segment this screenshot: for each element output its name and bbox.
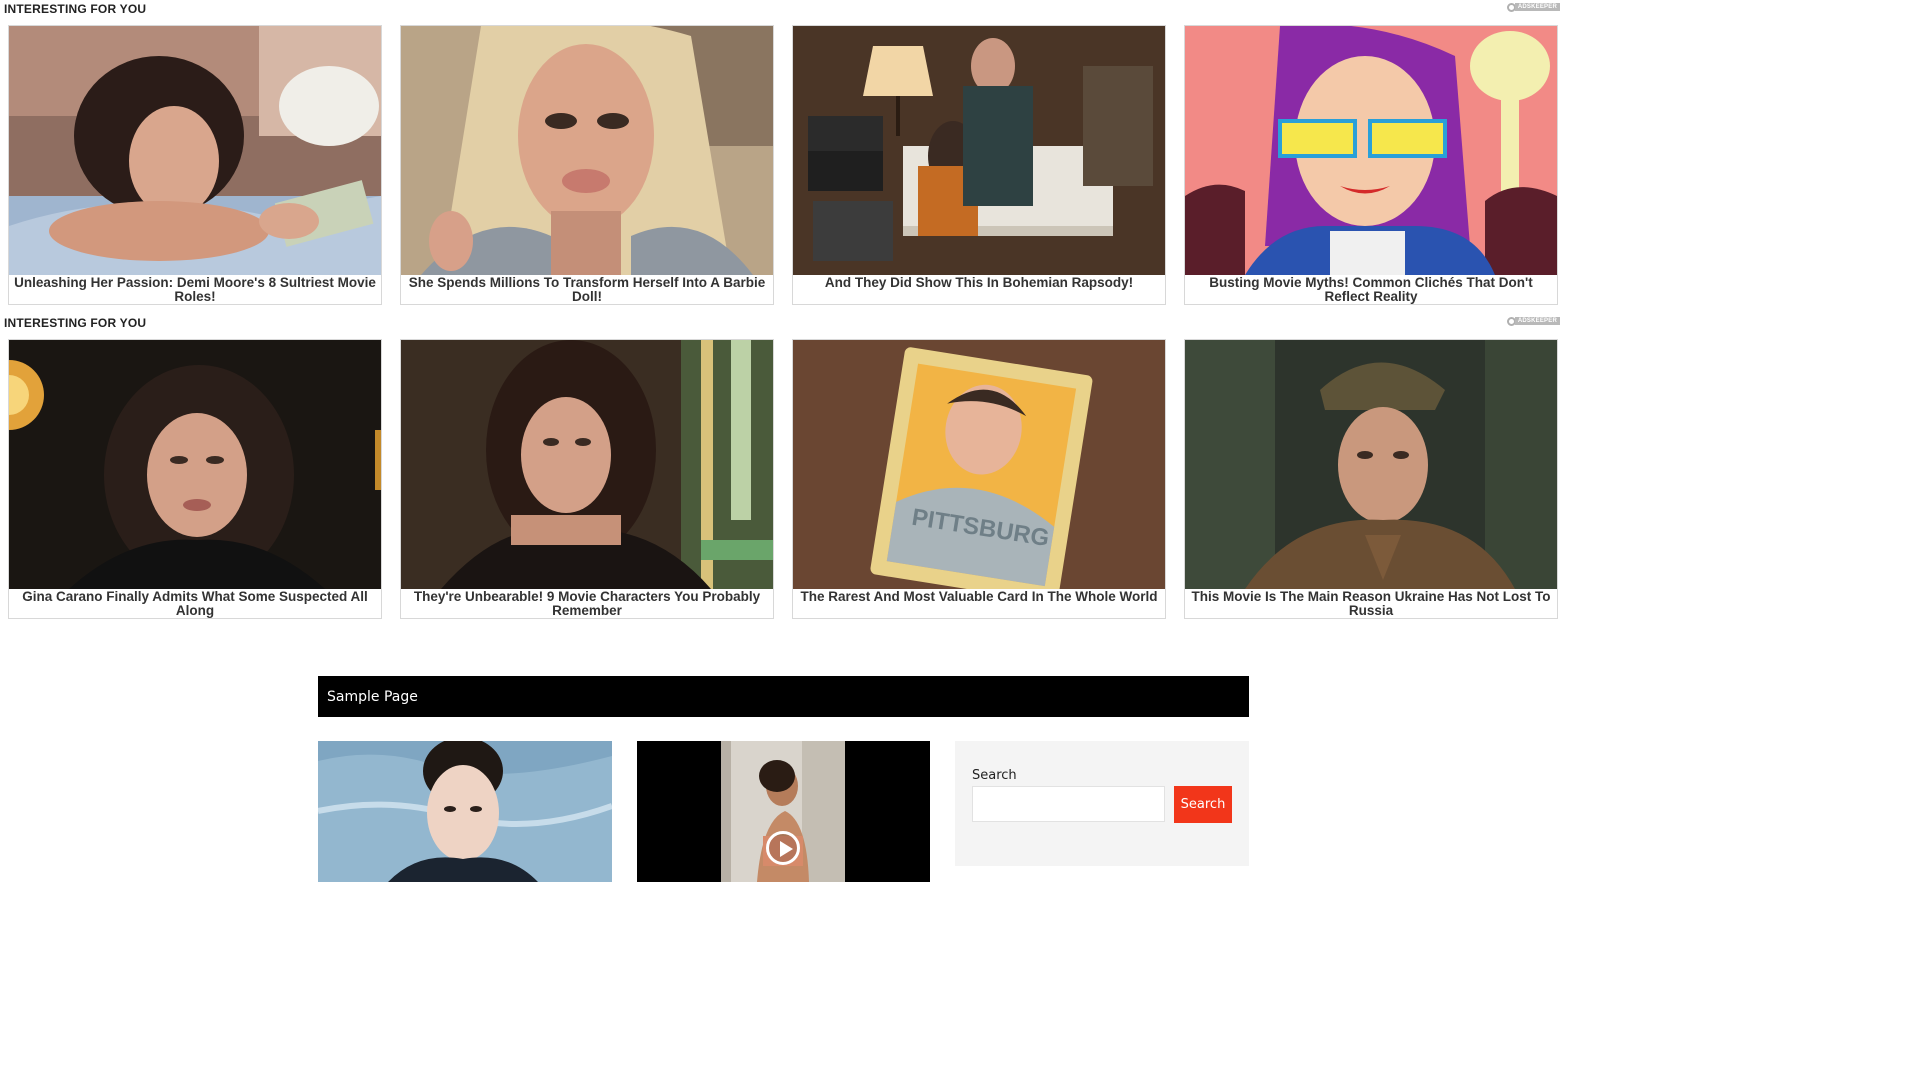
post-thumbnail[interactable] xyxy=(318,741,612,882)
ad-caption: Unleashing Her Passion: Demi Moore's 8 S… xyxy=(14,275,376,304)
ad-caption: Busting Movie Myths! Common Clichés That… xyxy=(1209,275,1533,304)
ad-caption: And They Did Show This In Bohemian Rapso… xyxy=(824,275,1134,290)
ad-image xyxy=(401,340,773,589)
ad-caption: The Rarest And Most Valuable Card In The… xyxy=(800,589,1158,604)
ad-card[interactable]: Gina Carano Finally Admits What Some Sus… xyxy=(8,339,382,619)
ad-image xyxy=(9,26,381,275)
adskeeper-label: ADSKEEPER xyxy=(1514,317,1560,325)
adskeeper-label: ADSKEEPER xyxy=(1514,3,1560,11)
search-widget: Search Search xyxy=(955,741,1249,866)
adskeeper-badge[interactable]: ADSKEEPER xyxy=(1506,315,1560,327)
main-navigation: Sample Page xyxy=(318,676,1249,717)
ad-image xyxy=(793,26,1165,275)
ad-card[interactable]: She Spends Millions To Transform Herself… xyxy=(400,25,774,305)
widget-title: INTERESTING FOR YOU xyxy=(4,316,147,330)
ad-image xyxy=(1185,340,1557,589)
search-button[interactable]: Search xyxy=(1174,786,1232,823)
ad-card[interactable]: And They Did Show This In Bohemian Rapso… xyxy=(792,25,1166,305)
ad-image xyxy=(9,340,381,589)
play-icon[interactable] xyxy=(766,831,800,865)
ad-caption: Gina Carano Finally Admits What Some Sus… xyxy=(22,589,368,618)
ad-caption: They're Unbearable! 9 Movie Characters Y… xyxy=(413,589,761,618)
nav-link-sample-page[interactable]: Sample Page xyxy=(327,689,418,705)
widget-header: INTERESTING FOR YOU ADSKEEPER xyxy=(4,1,1560,17)
adskeeper-badge[interactable]: ADSKEEPER xyxy=(1506,1,1560,13)
widget-title: INTERESTING FOR YOU xyxy=(4,2,147,16)
ad-card[interactable]: PITTSBURG The Rarest And Most Valuable C… xyxy=(792,339,1166,619)
ad-image xyxy=(1185,26,1557,275)
ad-caption: She Spends Millions To Transform Herself… xyxy=(408,275,766,304)
ad-caption: This Movie Is The Main Reason Ukraine Ha… xyxy=(1191,589,1551,618)
search-label: Search xyxy=(972,768,1017,783)
post-video-thumbnail[interactable] xyxy=(637,741,930,882)
ad-card[interactable]: Unleashing Her Passion: Demi Moore's 8 S… xyxy=(8,25,382,305)
ad-card[interactable]: Busting Movie Myths! Common Clichés That… xyxy=(1184,25,1558,305)
widget-header: INTERESTING FOR YOU ADSKEEPER xyxy=(4,315,1560,331)
ad-card[interactable]: They're Unbearable! 9 Movie Characters Y… xyxy=(400,339,774,619)
search-input[interactable] xyxy=(972,786,1165,822)
ad-image: PITTSBURG xyxy=(793,340,1165,589)
ad-image xyxy=(401,26,773,275)
ad-card[interactable]: This Movie Is The Main Reason Ukraine Ha… xyxy=(1184,339,1558,619)
